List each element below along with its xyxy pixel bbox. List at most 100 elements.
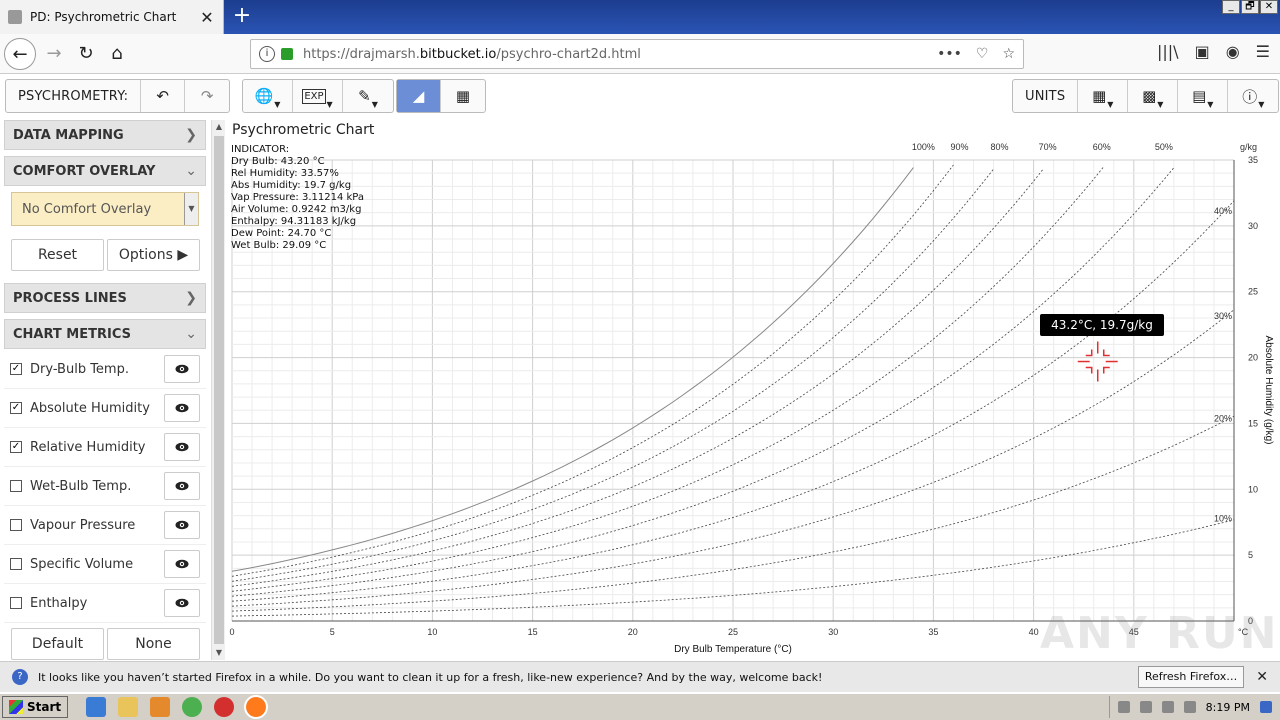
tab-title: PD: Psychrometric Chart [30, 10, 177, 24]
dropdown-arrow-icon: ▼ [184, 193, 198, 225]
indicator-line: Vap Pressure: 3.11214 kPa [231, 192, 364, 203]
data-mapping-header[interactable]: DATA MAPPING ❯ [4, 120, 206, 150]
chart-view-button[interactable]: ◢ [397, 80, 441, 112]
none-button[interactable]: None [107, 628, 200, 660]
metric-row[interactable]: Enthalpy [4, 584, 206, 623]
metric-checkbox[interactable]: ✓ [10, 441, 22, 453]
close-icon[interactable]: ✕ [1256, 669, 1268, 685]
tray-arrow-icon[interactable] [1117, 701, 1130, 713]
show-desktop-icon[interactable] [1260, 701, 1272, 713]
chart-metrics-header[interactable]: CHART METRICS ⌄ [4, 319, 206, 349]
options-button[interactable]: Options ▶ [107, 239, 200, 271]
metric-checkbox[interactable] [10, 480, 22, 492]
windows-flag-icon [9, 700, 23, 714]
y-unit-label: g/kg [1240, 142, 1257, 152]
eye-icon[interactable] [164, 550, 200, 578]
chrome-icon[interactable] [182, 697, 203, 717]
pocket-icon[interactable]: ♡ [976, 46, 989, 62]
metric-row[interactable]: ✓ Absolute Humidity [4, 389, 206, 428]
grid-button[interactable]: ▦ ▼ [1078, 80, 1129, 112]
eye-icon[interactable] [164, 511, 200, 539]
comfort-overlay-header[interactable]: COMFORT OVERLAY ⌄ [4, 156, 206, 186]
browser-tab[interactable]: PD: Psychrometric Chart ✕ [0, 0, 224, 34]
metric-row[interactable]: Wet-Bulb Temp. [4, 467, 206, 506]
reload-button[interactable]: ↻ [70, 38, 102, 70]
minimize-button[interactable]: _ [1222, 0, 1240, 14]
ie-icon[interactable] [86, 697, 107, 717]
x-axis-label: Dry Bulb Temperature (°C) [674, 644, 792, 655]
new-tab-button[interactable]: + [230, 4, 254, 28]
redo-button[interactable]: ↷ [185, 80, 229, 112]
page-actions-icon[interactable]: ••• [937, 46, 962, 62]
flag-icon[interactable] [1183, 701, 1196, 713]
url-text[interactable]: https://drajmarsh.bitbucket.io/psychro-c… [303, 47, 937, 62]
eye-icon[interactable] [164, 433, 200, 461]
display-button[interactable]: ▤ ▼ [1178, 80, 1229, 112]
metric-checkbox[interactable]: ✓ [10, 363, 22, 375]
forward-button[interactable]: → [38, 38, 70, 70]
url-bar[interactable]: i https://drajmarsh.bitbucket.io/psychro… [250, 39, 1024, 69]
close-window-button[interactable]: ✕ [1260, 0, 1278, 14]
restore-button[interactable]: 🗗 [1241, 0, 1259, 14]
account-icon[interactable]: ◉ [1226, 42, 1240, 61]
info-button[interactable]: ⓘ ▼ [1228, 80, 1278, 112]
metric-row[interactable]: ✓ Relative Humidity [4, 428, 206, 467]
sidebar-scrollbar[interactable]: ▲ ▼ [211, 120, 225, 660]
metric-row[interactable]: ✓ Dry-Bulb Temp. [4, 350, 206, 389]
sidebar-icon[interactable]: ▣ [1195, 42, 1210, 61]
process-lines-header[interactable]: PROCESS LINES ❯ [4, 283, 206, 313]
default-button[interactable]: Default [11, 628, 104, 660]
folder-icon[interactable] [118, 697, 139, 717]
eye-icon[interactable] [164, 394, 200, 422]
redo-icon: ↷ [200, 87, 214, 105]
psychrometry-menu-button[interactable]: PSYCHROMETRY: [6, 80, 142, 112]
reset-button[interactable]: Reset [11, 239, 104, 271]
library-icon[interactable]: |||\ [1157, 42, 1179, 61]
indicator-line: Wet Bulb: 29.09 °C [231, 240, 327, 251]
menu-icon[interactable]: ☰ [1256, 42, 1270, 61]
units-button[interactable]: UNITS [1013, 80, 1079, 112]
eye-icon[interactable] [164, 589, 200, 617]
draw-button[interactable]: ✎ ▼ [343, 80, 393, 112]
metric-row[interactable]: Specific Volume [4, 545, 206, 584]
scroll-up-icon[interactable]: ▲ [212, 120, 226, 134]
export-button[interactable]: EXP ▼ [293, 80, 343, 112]
info-icon[interactable]: i [259, 46, 275, 62]
opera-icon[interactable] [214, 697, 235, 717]
back-button[interactable]: ← [4, 38, 36, 70]
refresh-firefox-button[interactable]: Refresh Firefox… [1137, 666, 1245, 688]
home-button[interactable]: ⌂ [101, 38, 133, 70]
undo-button[interactable]: ↶ [141, 80, 186, 112]
metric-checkbox[interactable] [10, 597, 22, 609]
indicator-line: Enthalpy: 94.31183 kJ/kg [231, 216, 357, 227]
rh-label: 40% [1214, 206, 1232, 216]
start-button[interactable]: Start [2, 696, 69, 718]
scroll-thumb[interactable] [214, 136, 224, 644]
x-tick-label: 30 [828, 627, 838, 637]
y-tick-label: 10 [1248, 484, 1258, 494]
network-icon[interactable] [1139, 701, 1152, 713]
comfort-overlay-select[interactable]: No Comfort Overlay ▼ [11, 192, 199, 226]
grid-options-button[interactable]: ▩ ▼ [1128, 80, 1179, 112]
bookmark-star-icon[interactable]: ☆ [1002, 46, 1015, 62]
psychrometric-chart[interactable]: 0 5 10 15 20 25 30 35 40 45 °CDry Bulb Temperature… [228, 120, 1280, 660]
scroll-down-icon[interactable]: ▼ [212, 646, 226, 660]
metric-row[interactable]: Vapour Pressure [4, 506, 206, 545]
chart-area[interactable]: 0 5 10 15 20 25 30 35 40 45 °C Dry Bulb Temperature… [228, 120, 1280, 660]
firefox-icon[interactable] [244, 695, 269, 719]
tab-close-icon[interactable]: ✕ [199, 8, 215, 27]
clock: 8:19 PM [1205, 700, 1250, 714]
metric-checkbox[interactable]: ✓ [10, 402, 22, 414]
indicator-line: Rel Humidity: 33.57% [231, 168, 339, 179]
right-tools-group: UNITS ▦ ▼ ▩ ▼ ▤ ▼ ⓘ ▼ [1012, 79, 1280, 113]
eye-icon[interactable] [164, 472, 200, 500]
metric-checkbox[interactable] [10, 519, 22, 531]
metric-checkbox[interactable] [10, 558, 22, 570]
media-player-icon[interactable] [150, 697, 171, 717]
volume-icon[interactable] [1161, 701, 1174, 713]
display-icon: ▤ [1192, 87, 1207, 105]
table-view-button[interactable]: ▦ [441, 80, 485, 112]
eye-icon[interactable] [164, 355, 200, 383]
chart-metrics-label: CHART METRICS [13, 326, 131, 342]
globe-button[interactable]: 🌐 ▼ [243, 80, 293, 112]
